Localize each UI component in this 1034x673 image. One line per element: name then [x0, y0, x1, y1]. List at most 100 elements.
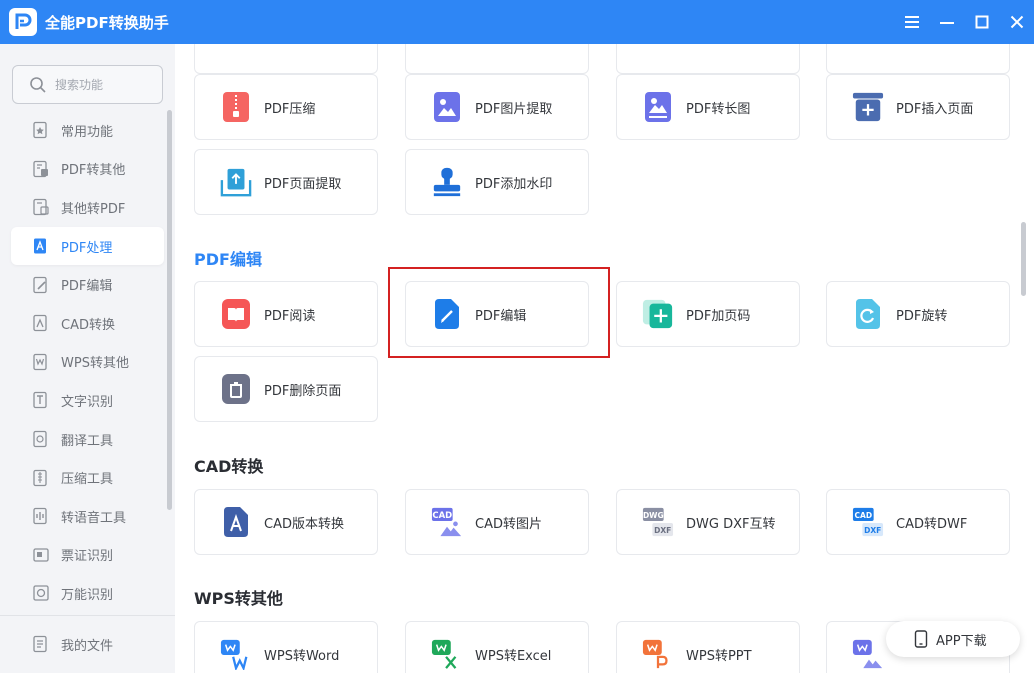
card-label: PDF图片提取 [475, 101, 553, 117]
sidebar-item-wps[interactable]: WPS转其他 [11, 343, 164, 382]
sidebar-item-cad[interactable]: CAD转换 [11, 304, 164, 343]
pdf-edit-icon [32, 276, 50, 294]
sidebar-item-other-to-pdf[interactable]: 其他转PDF [11, 188, 164, 227]
sidebar-divider [0, 615, 175, 616]
card-pdf-watermark[interactable]: PDF添加水印 [405, 149, 589, 215]
card-wps-to-excel[interactable]: WPS转Excel [405, 621, 589, 673]
card-pdf-image-extract[interactable]: PDF图片提取 [405, 74, 589, 140]
section-title-wps: WPS转其他 [194, 589, 283, 608]
translate-icon [32, 430, 50, 448]
maximize-icon [975, 15, 988, 29]
sidebar-item-common[interactable]: 常用功能 [11, 111, 164, 150]
maximize-button[interactable] [964, 0, 999, 44]
minimize-button[interactable] [929, 0, 964, 44]
search-icon [30, 76, 46, 93]
card-label: PDF转长图 [686, 101, 751, 117]
sidebar-item-label: 万能识别 [61, 587, 114, 603]
app-download-label: APP下载 [936, 633, 987, 649]
compress-icon [32, 469, 50, 487]
sidebar-scrollbar[interactable] [167, 110, 172, 510]
sidebar-item-label: 压缩工具 [61, 472, 114, 488]
card-pdf-rotate[interactable]: PDF旋转 [826, 281, 1010, 347]
card-label: WPS转Excel [475, 648, 552, 664]
sidebar-item-label: 转语音工具 [61, 510, 127, 526]
pdf-export-icon [32, 160, 50, 178]
sidebar-item-label: 常用功能 [61, 124, 114, 140]
card-wps-to-ppt[interactable]: WPS转PPT [616, 621, 800, 673]
card-pdf-page-extract[interactable]: PDF页面提取 [194, 149, 378, 215]
app-logo-icon [9, 8, 37, 36]
svg-text:DXF: DXF [864, 526, 881, 535]
sidebar-item-pdf-process[interactable]: PDF处理 [11, 226, 164, 266]
sidebar-item-translate[interactable]: 翻译工具 [11, 420, 164, 459]
long-image-icon [642, 91, 674, 123]
insert-page-icon [852, 91, 884, 123]
svg-text:CAD: CAD [432, 510, 452, 520]
feature-card-partial[interactable] [826, 44, 1010, 74]
card-label: PDF编辑 [475, 308, 527, 324]
minimize-icon [939, 22, 954, 24]
feature-card-partial[interactable] [194, 44, 378, 74]
feature-card-partial[interactable] [616, 44, 800, 74]
sidebar-item-pdf-edit[interactable]: PDF编辑 [11, 265, 164, 304]
sidebar-item-label: CAD转换 [61, 317, 115, 333]
close-button[interactable] [999, 0, 1034, 44]
main-scrollbar[interactable] [1021, 222, 1026, 296]
card-pdf-edit[interactable]: PDF编辑 [405, 281, 589, 347]
ticket-icon [32, 546, 50, 564]
card-pdf-read[interactable]: PDF阅读 [194, 281, 378, 347]
sidebar-item-label: 其他转PDF [61, 201, 126, 217]
card-pdf-add-page-number[interactable]: PDF加页码 [616, 281, 800, 347]
sidebar-item-speech[interactable]: 转语音工具 [11, 497, 164, 536]
wps-image-icon [852, 638, 884, 670]
sidebar-nav: 常用功能 PDF转其他 其他转PDF PDF处理 PDF编辑 CAD转换 WPS… [11, 111, 164, 613]
image-extract-icon [431, 91, 463, 123]
sidebar-item-label: 翻译工具 [61, 433, 114, 449]
compress-icon [220, 91, 252, 123]
phone-icon [914, 630, 928, 648]
card-label: DWG DXF互转 [686, 516, 776, 532]
card-wps-to-word[interactable]: WPS转Word [194, 621, 378, 673]
card-pdf-compress[interactable]: PDF压缩 [194, 74, 378, 140]
sidebar-item-compress[interactable]: 压缩工具 [11, 458, 164, 497]
sidebar-item-my-files[interactable]: 我的文件 [11, 624, 164, 664]
watermark-stamp-icon [431, 166, 463, 198]
cad-icon [32, 314, 50, 332]
card-label: CAD版本转换 [264, 516, 344, 532]
card-label: PDF删除页面 [264, 383, 342, 399]
card-pdf-to-long-image[interactable]: PDF转长图 [616, 74, 800, 140]
feature-card-partial[interactable] [405, 44, 589, 74]
card-pdf-insert-page[interactable]: PDF插入页面 [826, 74, 1010, 140]
sidebar-item-universal[interactable]: 万能识别 [11, 574, 164, 613]
sidebar-item-pdf-to-other[interactable]: PDF转其他 [11, 150, 164, 189]
card-cad-to-dwf[interactable]: CAD DXF CAD转DWF [826, 489, 1010, 555]
sidebar-item-label: PDF处理 [61, 240, 113, 256]
search-placeholder: 搜索功能 [55, 78, 104, 92]
my-files-icon [32, 635, 50, 653]
menu-button[interactable] [894, 0, 929, 44]
card-label: PDF加页码 [686, 308, 751, 324]
card-label: PDF插入页面 [896, 101, 974, 117]
edit-pencil-icon [431, 298, 463, 330]
card-label: WPS转Word [264, 648, 340, 664]
sidebar-item-ticket[interactable]: 票证识别 [11, 536, 164, 575]
svg-text:CAD: CAD [855, 511, 873, 520]
card-cad-version[interactable]: CAD版本转换 [194, 489, 378, 555]
cad-dwf-icon: CAD DXF [852, 506, 884, 538]
app-download-button[interactable]: APP下载 [886, 621, 1020, 657]
app-title: 全能PDF转换助手 [45, 13, 169, 32]
sidebar-item-ocr[interactable]: 文字识别 [11, 381, 164, 420]
card-cad-to-image[interactable]: CAD CAD转图片 [405, 489, 589, 555]
menu-icon [904, 16, 919, 28]
star-doc-icon [32, 121, 50, 139]
card-pdf-delete-page[interactable]: PDF删除页面 [194, 356, 378, 422]
wps-excel-icon [431, 638, 463, 670]
pdf-import-icon [32, 198, 50, 216]
search-input[interactable]: 搜索功能 [12, 65, 163, 104]
close-icon [1010, 15, 1023, 29]
cad-version-icon [220, 506, 252, 538]
section-title-cad: CAD转换 [194, 457, 264, 476]
card-dwg-dxf-convert[interactable]: DWG DXF DWG DXF互转 [616, 489, 800, 555]
page-extract-icon [220, 166, 252, 198]
wps-icon [32, 353, 50, 371]
